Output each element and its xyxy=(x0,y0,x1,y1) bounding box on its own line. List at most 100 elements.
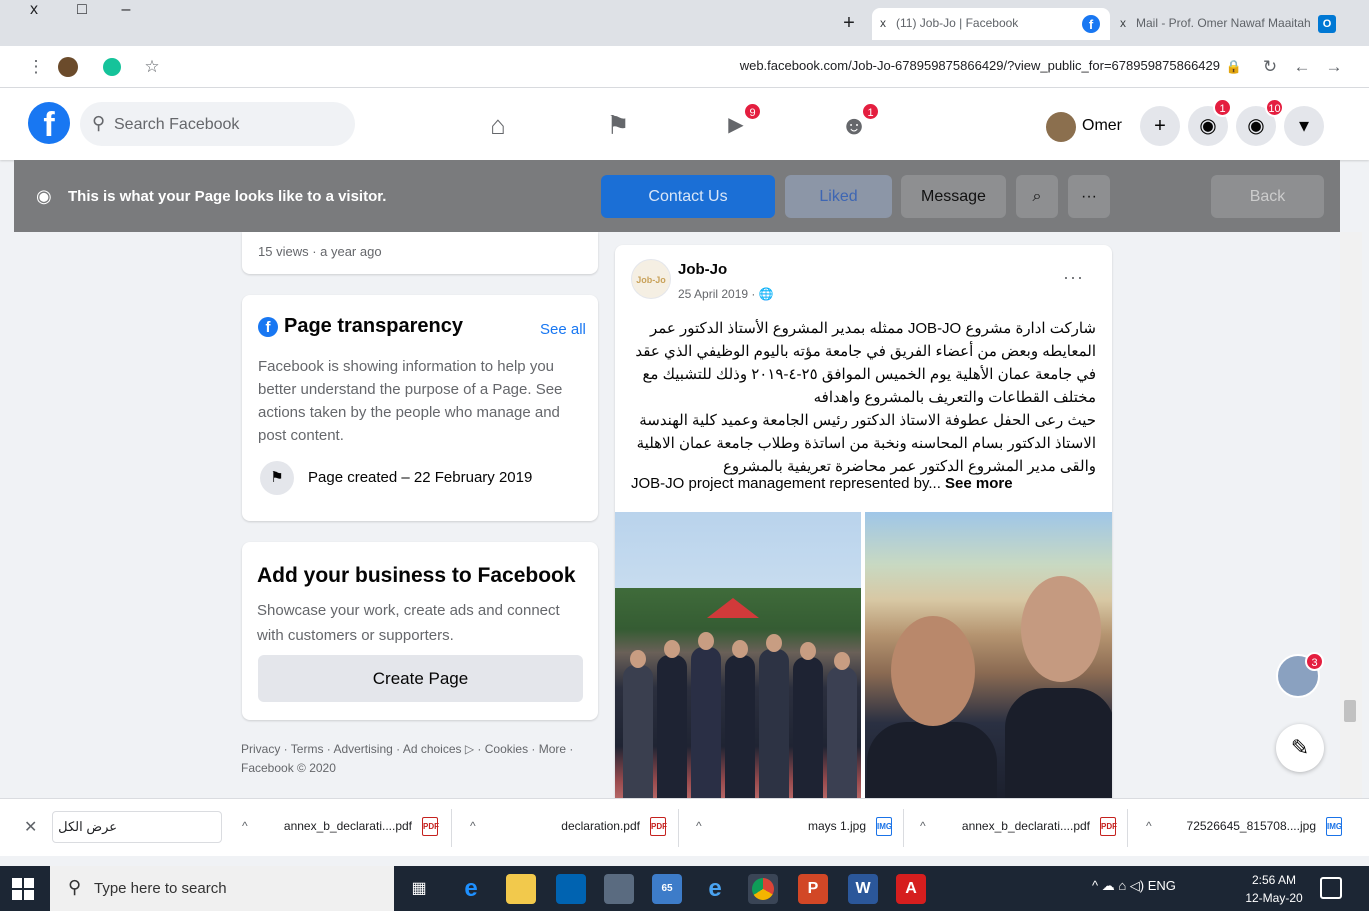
post-photo-group[interactable] xyxy=(615,512,861,805)
tab-title: (11) Job-Jo | Facebook xyxy=(896,16,1019,30)
bookmark-star-icon[interactable]: ☆ xyxy=(140,55,164,79)
back-button[interactable]: Back xyxy=(1211,175,1324,218)
facebook-logo-icon[interactable]: f xyxy=(28,102,70,144)
word-icon[interactable]: W xyxy=(848,874,878,904)
page-avatar[interactable]: Job-Jo xyxy=(631,259,671,299)
notifications-button[interactable]: ◉ 10 xyxy=(1236,98,1284,146)
create-button[interactable]: + xyxy=(1140,106,1180,146)
video-meta: 15 views · a year ago xyxy=(258,244,382,259)
taskbar-search-box[interactable]: ⚲ Type here to search xyxy=(50,866,394,911)
avatar xyxy=(1046,112,1076,142)
people-row xyxy=(615,630,861,805)
mail-icon[interactable]: 65 xyxy=(652,874,682,904)
see-more-link[interactable]: See more xyxy=(945,475,1013,492)
maximize-window-button[interactable]: □ xyxy=(62,0,102,22)
page-scrollbar[interactable] xyxy=(1340,232,1362,798)
chevron-up-icon[interactable]: ^ xyxy=(242,819,248,833)
grammarly-extension-icon[interactable] xyxy=(100,55,124,79)
more-options-button[interactable]: ··· xyxy=(1068,175,1110,218)
system-tray[interactable]: ^ ☁ ⌂ ◁) ENG xyxy=(1092,878,1176,894)
windows-start-icon[interactable] xyxy=(12,878,34,900)
acrobat-icon[interactable]: A xyxy=(896,874,926,904)
tab-title: Mail - Prof. Omer Nawaf Maaitah xyxy=(1136,16,1311,30)
post-text-english: JOB-JO project management represented by… xyxy=(631,475,1096,492)
groups-icon[interactable]: ☻ 1 xyxy=(836,102,880,144)
image-file-icon: IMG xyxy=(876,817,892,836)
post-author[interactable]: Job-Jo xyxy=(678,261,727,278)
tab-mail[interactable]: x Mail - Prof. Omer Nawaf Maaitah O xyxy=(1112,8,1340,40)
download-item[interactable]: ^ annex_b_declarati....pdf PDF xyxy=(906,807,1126,847)
chevron-up-icon[interactable]: ^ xyxy=(1146,819,1152,833)
edge-icon[interactable]: e xyxy=(456,874,486,904)
post-options-button[interactable]: ··· xyxy=(1063,267,1084,288)
action-center-icon[interactable] xyxy=(1320,877,1342,899)
close-tab-icon[interactable]: x xyxy=(880,16,886,30)
facebook-favicon-icon: f xyxy=(1082,15,1100,33)
chat-badge: 3 xyxy=(1305,652,1324,671)
powerpoint-icon[interactable]: P xyxy=(798,874,828,904)
page-transparency-card: f Page transparency See all Facebook is … xyxy=(242,295,598,521)
reload-icon[interactable]: ↻ xyxy=(1258,55,1282,79)
new-message-button[interactable]: ✎ xyxy=(1276,724,1324,772)
download-file-name: declaration.pdf xyxy=(561,819,640,833)
home-icon[interactable]: ⌂ xyxy=(480,108,516,144)
url-text[interactable]: web.facebook.com/Job-Jo-678959875866429/… xyxy=(600,58,1220,73)
ie-icon[interactable]: e xyxy=(700,874,730,904)
facebook-header: f ⚲ ⌂ ⚑ ▶ 9 ☻ 1 Omer + ◉ 1 ◉ 10 ▾ xyxy=(0,88,1369,160)
messenger-button[interactable]: ◉ 1 xyxy=(1188,98,1232,146)
download-item[interactable]: ^ 72526645_815708....jpg IMG xyxy=(1132,807,1352,847)
see-all-link[interactable]: See all xyxy=(540,321,586,338)
pdf-file-icon: PDF xyxy=(422,817,439,836)
search-box[interactable]: ⚲ xyxy=(80,102,355,146)
liked-button[interactable]: Liked xyxy=(785,175,892,218)
messenger-icon: ◉ xyxy=(1199,115,1217,137)
extension-icon[interactable] xyxy=(56,55,80,79)
close-window-button[interactable]: x xyxy=(14,0,54,22)
groups-badge: 1 xyxy=(861,102,880,121)
show-all-downloads-button[interactable]: عرض الكل xyxy=(52,811,222,843)
download-item[interactable]: ^ mays 1.jpg IMG xyxy=(682,807,902,847)
chrome-icon[interactable] xyxy=(748,874,778,904)
download-item[interactable]: ^ annex_b_declarati....pdf PDF xyxy=(228,807,448,847)
task-view-icon[interactable]: ▦ xyxy=(404,874,434,904)
new-tab-button[interactable]: + xyxy=(836,12,862,34)
chevron-up-icon[interactable]: ^ xyxy=(696,819,702,833)
messenger-badge: 1 xyxy=(1213,98,1232,117)
post-date[interactable]: 25 April 2019 · 🌐 xyxy=(678,287,774,301)
search-input[interactable] xyxy=(114,114,334,136)
camera-icon[interactable] xyxy=(604,874,634,904)
store-icon[interactable] xyxy=(556,874,586,904)
chevron-up-icon[interactable]: ^ xyxy=(920,819,926,833)
watch-glyph: ▶ xyxy=(728,114,744,136)
downloads-bar: ✕ عرض الكل ^ annex_b_declarati....pdf PD… xyxy=(0,798,1369,856)
page-search-button[interactable]: ⌕ xyxy=(1016,175,1058,218)
chevron-up-icon[interactable]: ^ xyxy=(470,819,476,833)
taskbar-search-text: Type here to search xyxy=(94,880,227,897)
outlook-favicon-icon: O xyxy=(1318,15,1336,33)
create-page-button[interactable]: Create Page xyxy=(258,655,583,702)
tent-shape xyxy=(707,598,759,618)
message-button[interactable]: Message xyxy=(901,175,1006,218)
forward-arrow-icon[interactable]: → xyxy=(1322,55,1346,79)
account-menu-button[interactable]: ▾ xyxy=(1284,106,1324,146)
contact-us-button[interactable]: Contact Us xyxy=(601,175,775,218)
lock-icon[interactable]: 🔒 xyxy=(1222,55,1246,79)
clock[interactable]: 2:56 AM 12-May-20 xyxy=(1244,871,1304,907)
close-downloads-icon[interactable]: ✕ xyxy=(24,817,37,837)
close-tab-icon[interactable]: x xyxy=(1120,16,1126,30)
chat-head-avatar[interactable]: 3 xyxy=(1276,652,1324,698)
watch-badge: 9 xyxy=(743,102,762,121)
back-arrow-icon[interactable]: ← xyxy=(1290,55,1314,79)
tab-facebook[interactable]: x (11) Job-Jo | Facebook f xyxy=(872,8,1110,40)
download-item[interactable]: ^ declaration.pdf PDF xyxy=(456,807,676,847)
post-card: Job-Jo Job-Jo 25 April 2019 · 🌐 ··· شارك… xyxy=(615,245,1112,805)
footer-links[interactable]: Privacy · Terms · Advertising · Ad choic… xyxy=(241,740,601,778)
clock-date: 12-May-20 xyxy=(1245,891,1303,905)
minimize-window-button[interactable]: – xyxy=(106,0,146,22)
menu-dots-icon[interactable]: ⋮ xyxy=(24,55,48,79)
post-photo-selfie[interactable] xyxy=(865,512,1112,805)
file-explorer-icon[interactable] xyxy=(506,874,536,904)
flag-icon[interactable]: ⚑ xyxy=(600,108,636,144)
visitor-view-bar: ◉ This is what your Page looks like to a… xyxy=(14,160,1340,232)
watch-icon[interactable]: ▶ 9 xyxy=(718,102,762,144)
